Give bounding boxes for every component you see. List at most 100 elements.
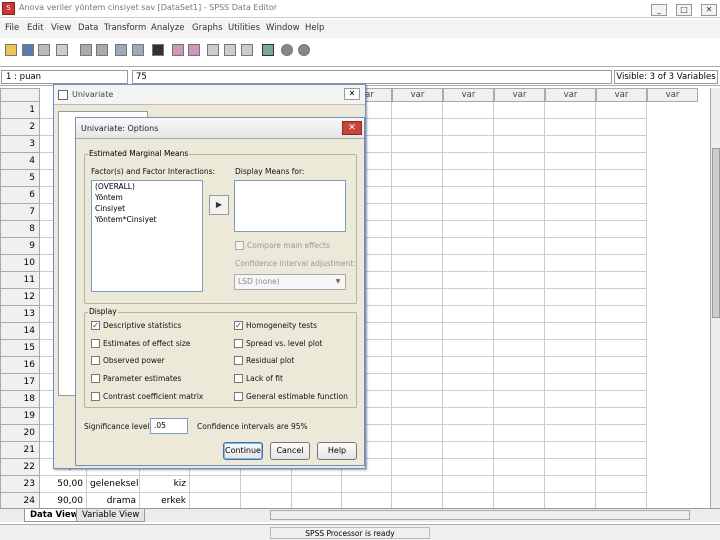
grid-cell[interactable] bbox=[443, 136, 494, 153]
grid-cell[interactable] bbox=[596, 238, 647, 255]
residual-plot-checkbox[interactable] bbox=[234, 356, 243, 365]
display-means-listbox[interactable] bbox=[234, 180, 346, 232]
significance-input[interactable]: .05 bbox=[150, 418, 188, 434]
grid-cell[interactable] bbox=[596, 221, 647, 238]
grid-cell[interactable] bbox=[392, 408, 443, 425]
grid-cell[interactable] bbox=[596, 255, 647, 272]
row-header[interactable]: 7 bbox=[0, 204, 40, 221]
grid-cell[interactable] bbox=[392, 102, 443, 119]
factor-item[interactable]: (OVERALL) bbox=[92, 181, 202, 192]
row-header[interactable]: 9 bbox=[0, 238, 40, 255]
grid-cell[interactable] bbox=[443, 238, 494, 255]
goto-case-icon[interactable] bbox=[115, 44, 127, 56]
grid-cell[interactable] bbox=[545, 391, 596, 408]
grid-cell[interactable] bbox=[545, 170, 596, 187]
menu-file[interactable]: File bbox=[5, 23, 19, 33]
row-header[interactable]: 22 bbox=[0, 459, 40, 476]
grid-cell[interactable] bbox=[392, 238, 443, 255]
grid-cell[interactable] bbox=[494, 374, 545, 391]
factor-item[interactable]: Yöntem*Cinsiyet bbox=[92, 214, 202, 225]
weight-cases-icon[interactable] bbox=[224, 44, 236, 56]
grid-cell[interactable] bbox=[596, 340, 647, 357]
grid-cell[interactable] bbox=[596, 391, 647, 408]
print-icon[interactable] bbox=[38, 44, 50, 56]
use-sets-icon[interactable] bbox=[281, 44, 293, 56]
grid-cell[interactable] bbox=[494, 204, 545, 221]
grid-cell[interactable] bbox=[545, 272, 596, 289]
grid-cell[interactable] bbox=[494, 272, 545, 289]
grid-cell[interactable] bbox=[392, 374, 443, 391]
menu-transform[interactable]: Transform bbox=[104, 23, 146, 33]
grid-cell[interactable] bbox=[494, 391, 545, 408]
row-header[interactable]: 5 bbox=[0, 170, 40, 187]
menu-edit[interactable]: Edit bbox=[27, 23, 43, 33]
grid-cell[interactable] bbox=[443, 187, 494, 204]
grid-cell[interactable] bbox=[443, 221, 494, 238]
grid-cell[interactable] bbox=[494, 425, 545, 442]
grid-cell[interactable] bbox=[392, 187, 443, 204]
grid-cell[interactable] bbox=[545, 357, 596, 374]
grid-cell[interactable] bbox=[443, 391, 494, 408]
vertical-scrollbar[interactable] bbox=[710, 88, 720, 508]
grid-cell[interactable] bbox=[443, 289, 494, 306]
grid-cell[interactable] bbox=[494, 476, 545, 493]
minimize-button[interactable]: _ bbox=[651, 4, 667, 16]
grid-cell[interactable] bbox=[443, 408, 494, 425]
grid-cell[interactable] bbox=[545, 374, 596, 391]
grid-cell[interactable] bbox=[596, 476, 647, 493]
grid-cell[interactable] bbox=[545, 425, 596, 442]
close-button[interactable]: ✕ bbox=[701, 4, 717, 16]
grid-cell[interactable] bbox=[292, 476, 342, 493]
insert-cases-icon[interactable] bbox=[172, 44, 184, 56]
grid-cell[interactable] bbox=[596, 374, 647, 391]
homogeneity-tests-checkbox[interactable]: ✓ bbox=[234, 321, 243, 330]
continue-button[interactable]: Continue bbox=[223, 442, 263, 460]
grid-cell[interactable] bbox=[494, 255, 545, 272]
row-header[interactable]: 23 bbox=[0, 476, 40, 493]
grid-cell[interactable] bbox=[545, 187, 596, 204]
row-header[interactable]: 1 bbox=[0, 102, 40, 119]
grid-cell[interactable] bbox=[494, 170, 545, 187]
grid-cell[interactable] bbox=[596, 289, 647, 306]
tab-variable-view[interactable]: Variable View bbox=[76, 509, 146, 522]
grid-cell[interactable] bbox=[545, 136, 596, 153]
menu-data[interactable]: Data bbox=[78, 23, 98, 33]
grid-cell[interactable] bbox=[392, 459, 443, 476]
grid-cell[interactable] bbox=[392, 425, 443, 442]
grid-cell[interactable] bbox=[545, 221, 596, 238]
lack-of-fit-checkbox[interactable] bbox=[234, 374, 243, 383]
column-header-var[interactable]: var bbox=[647, 88, 698, 102]
grid-cell[interactable] bbox=[392, 476, 443, 493]
menu-utilities[interactable]: Utilities bbox=[228, 23, 260, 33]
insert-variable-icon[interactable] bbox=[188, 44, 200, 56]
grid-cell[interactable] bbox=[494, 408, 545, 425]
grid-cell[interactable] bbox=[596, 136, 647, 153]
grid-cell[interactable] bbox=[342, 476, 392, 493]
grid-cell[interactable] bbox=[392, 204, 443, 221]
grid-cell[interactable] bbox=[443, 476, 494, 493]
column-header-var[interactable]: var bbox=[596, 88, 647, 102]
open-icon[interactable] bbox=[5, 44, 17, 56]
grid-cell[interactable] bbox=[596, 170, 647, 187]
row-header[interactable]: 12 bbox=[0, 289, 40, 306]
grid-cell[interactable] bbox=[392, 255, 443, 272]
row-header[interactable]: 3 bbox=[0, 136, 40, 153]
factor-item[interactable]: Yöntem bbox=[92, 192, 202, 203]
grid-cell[interactable] bbox=[596, 204, 647, 221]
grid-cell[interactable] bbox=[443, 119, 494, 136]
grid-cell[interactable] bbox=[494, 289, 545, 306]
grid-cell[interactable] bbox=[545, 238, 596, 255]
scroll-thumb[interactable] bbox=[712, 148, 720, 318]
grid-cell[interactable] bbox=[545, 340, 596, 357]
move-right-button[interactable]: ▶ bbox=[209, 195, 229, 215]
descriptive-statistics-checkbox[interactable]: ✓ bbox=[91, 321, 100, 330]
grid-cell[interactable] bbox=[596, 425, 647, 442]
factor-item[interactable]: Cinsiyet bbox=[92, 203, 202, 214]
grid-cell[interactable] bbox=[392, 357, 443, 374]
column-header-var[interactable]: var bbox=[443, 88, 494, 102]
row-header[interactable]: 15 bbox=[0, 340, 40, 357]
row-header[interactable]: 13 bbox=[0, 306, 40, 323]
grid-cell[interactable] bbox=[443, 357, 494, 374]
cancel-button[interactable]: Cancel bbox=[270, 442, 310, 460]
redo-icon[interactable] bbox=[96, 44, 108, 56]
